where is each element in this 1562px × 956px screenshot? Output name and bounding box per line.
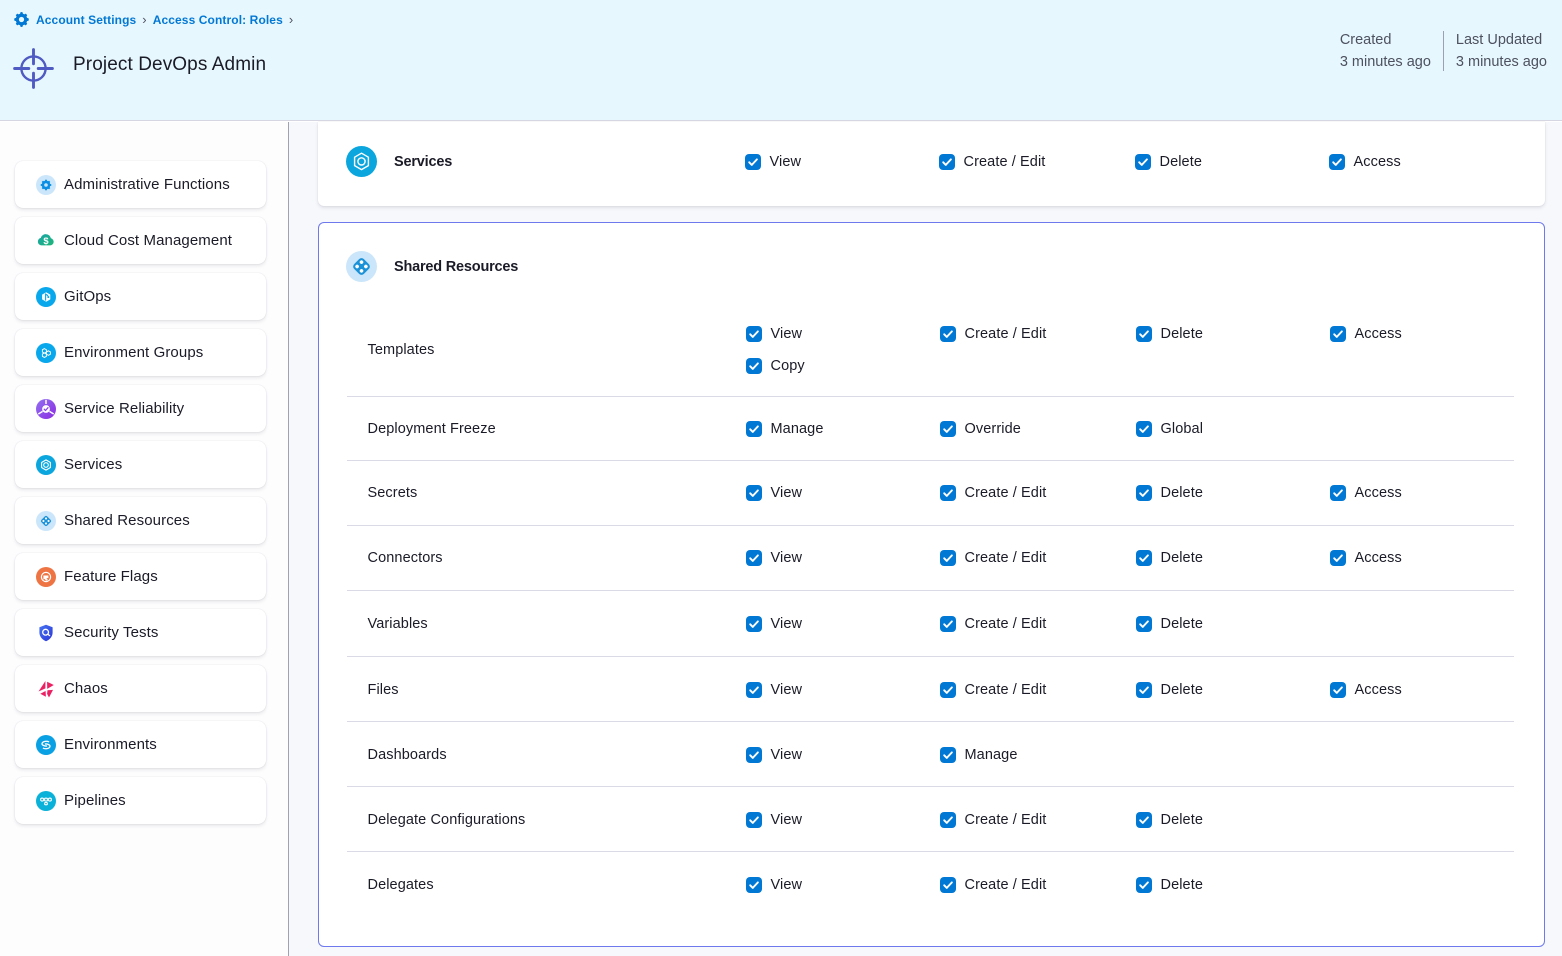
svg-text:$: $ xyxy=(43,234,49,245)
